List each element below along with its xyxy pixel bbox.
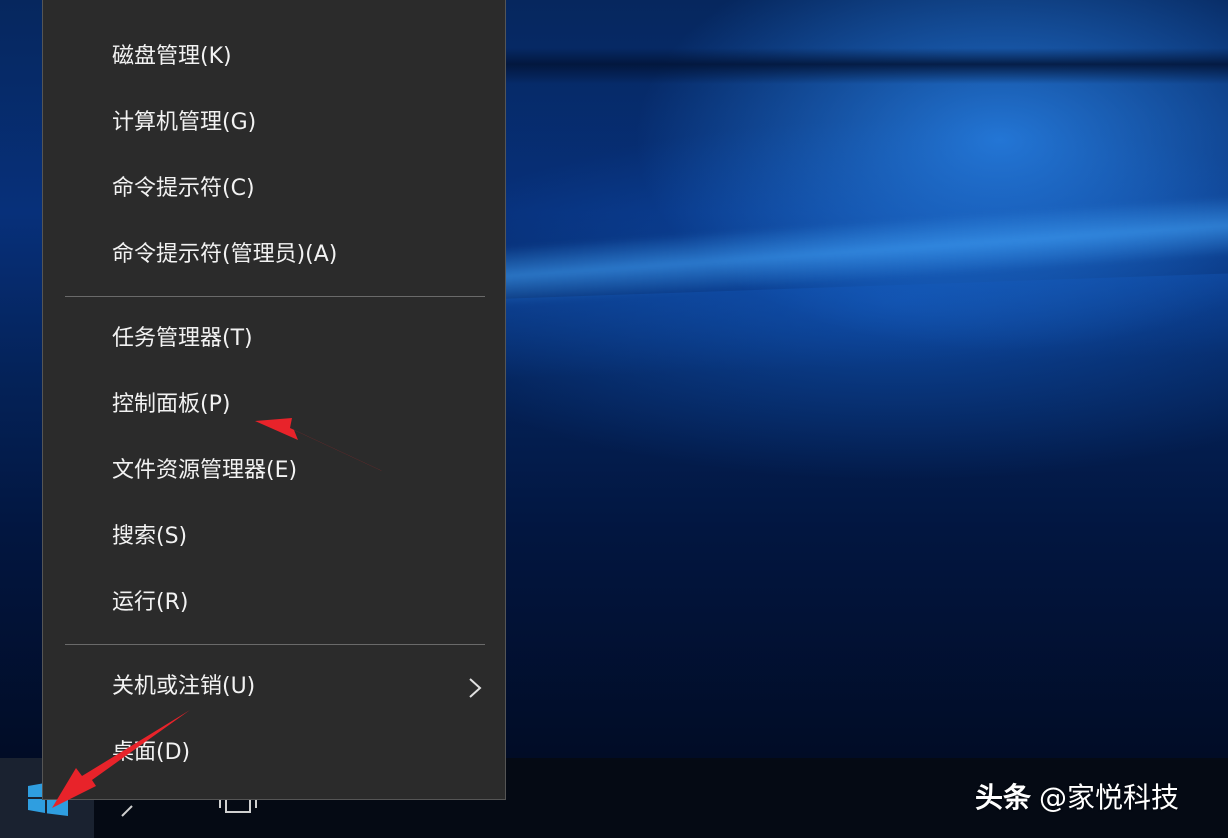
menu-item-desktop[interactable]: 桌面(D) (43, 723, 505, 783)
start-context-menu: 磁盘管理(K) 计算机管理(G) 命令提示符(C) 命令提示符(管理员)(A) … (42, 0, 506, 800)
menu-item-label: 运行(R) (112, 590, 189, 615)
menu-separator (65, 644, 485, 645)
menu-separator (65, 296, 485, 297)
wallpaper-dark-band (500, 48, 1228, 84)
menu-item-search[interactable]: 搜索(S) (43, 507, 505, 567)
menu-item-computer-management[interactable]: 计算机管理(G) (43, 93, 505, 153)
menu-item-run[interactable]: 运行(R) (43, 573, 505, 633)
menu-item-shutdown-or-sign-out[interactable]: 关机或注销(U) (43, 657, 505, 717)
menu-item-label: 文件资源管理器(E) (112, 458, 298, 483)
menu-item-label: 任务管理器(T) (112, 326, 253, 351)
menu-item-label: 命令提示符(管理员)(A) (112, 242, 338, 267)
menu-item-disk-management[interactable]: 磁盘管理(K) (43, 27, 505, 87)
menu-item-label: 命令提示符(C) (112, 176, 255, 201)
desktop-screen: 头条 @家悦科技 磁盘管理(K) 计算机管理(G) 命令提示符(C) 命令提示符(… (0, 0, 1228, 838)
menu-item-label: 关机或注销(U) (112, 674, 256, 699)
watermark-brand: 头条 (975, 781, 1032, 814)
watermark-account: @家悦科技 (1039, 781, 1180, 814)
watermark: 头条 @家悦科技 (975, 778, 1215, 818)
menu-item-file-explorer[interactable]: 文件资源管理器(E) (43, 441, 505, 501)
menu-item-label: 搜索(S) (112, 524, 188, 549)
chevron-right-icon (469, 678, 482, 698)
menu-item-command-prompt-admin[interactable]: 命令提示符(管理员)(A) (43, 225, 505, 285)
menu-item-label: 控制面板(P) (112, 392, 231, 417)
menu-item-label: 桌面(D) (112, 740, 191, 765)
menu-item-command-prompt[interactable]: 命令提示符(C) (43, 159, 505, 219)
menu-item-task-manager[interactable]: 任务管理器(T) (43, 309, 505, 369)
menu-item-label: 磁盘管理(K) (112, 44, 232, 69)
menu-item-control-panel[interactable]: 控制面板(P) (43, 375, 505, 435)
menu-item-label: 计算机管理(G) (112, 110, 257, 135)
